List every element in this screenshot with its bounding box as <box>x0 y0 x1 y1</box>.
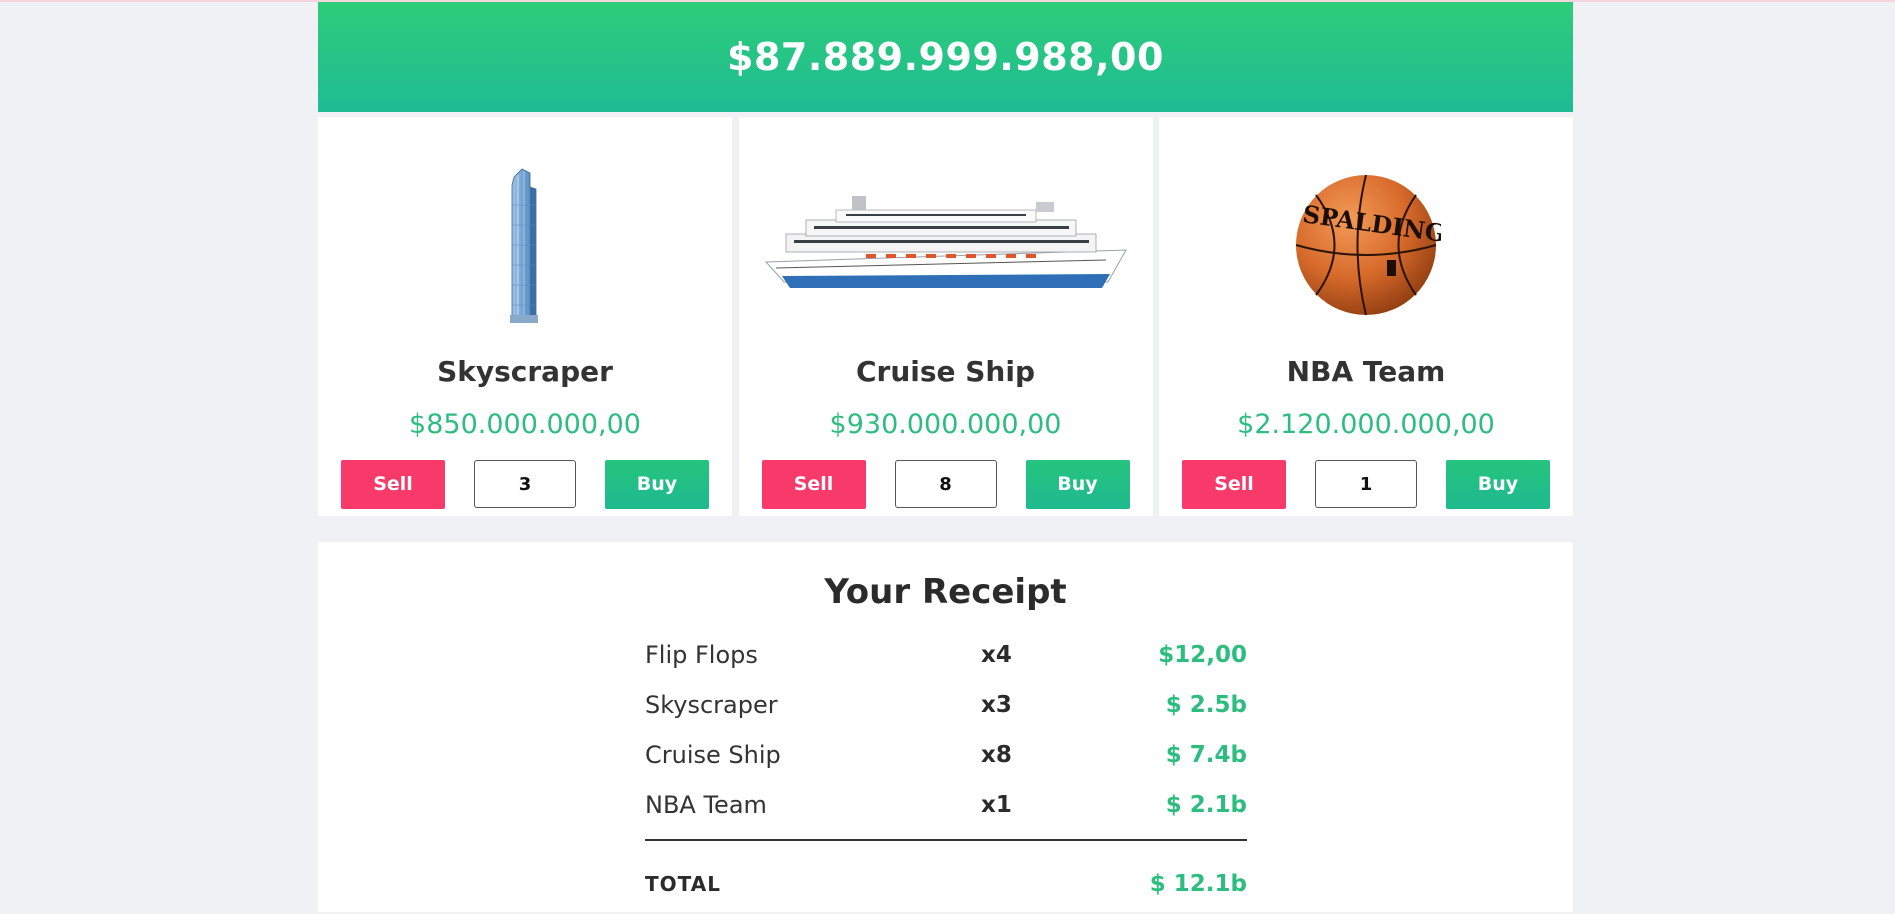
product-controls: Sell Buy <box>1182 459 1550 509</box>
product-list: Skyscraper $850.000.000,00 Sell Buy <box>318 117 1573 516</box>
receipt-item-amount: $12,00 <box>1158 642 1247 668</box>
product-card-cruise-ship: Cruise Ship $930.000.000,00 Sell Buy <box>738 117 1153 516</box>
receipt-row: Flip Flops x4 $12,00 <box>645 630 1247 680</box>
receipt-item-qty: x4 <box>981 642 1012 668</box>
sell-button[interactable]: Sell <box>341 459 445 509</box>
receipt-item-qty: x8 <box>981 742 1012 768</box>
skyscraper-image <box>318 157 732 332</box>
cruise-ship-image <box>739 157 1153 332</box>
product-price: $2.120.000.000,00 <box>1237 409 1495 440</box>
receipt-row: NBA Team x1 $ 2.1b <box>645 780 1247 830</box>
sell-button[interactable]: Sell <box>761 459 866 509</box>
product-name: Cruise Ship <box>855 355 1036 388</box>
product-price: $930.000.000,00 <box>829 409 1062 440</box>
receipt-item-name: Flip Flops <box>645 641 758 669</box>
receipt-panel: Your Receipt Flip Flops x4 $12,00 Skyscr… <box>318 542 1573 912</box>
receipt-item-qty: x3 <box>981 692 1012 718</box>
quantity-input[interactable] <box>1315 460 1417 508</box>
receipt-title: Your Receipt <box>824 572 1067 612</box>
buy-button[interactable]: Buy <box>605 459 709 509</box>
receipt-item-amount: $ 7.4b <box>1165 742 1247 768</box>
buy-button[interactable]: Buy <box>1025 459 1130 509</box>
basketball-image: SPALDING <box>1159 157 1573 332</box>
receipt-item-name: Cruise Ship <box>645 741 781 769</box>
sell-button[interactable]: Sell <box>1182 459 1286 509</box>
balance-amount: $87.889.999.988,00 <box>727 35 1164 79</box>
receipt-table: Flip Flops x4 $12,00 Skyscraper x3 $ 2.5… <box>645 630 1247 909</box>
receipt-item-name: NBA Team <box>645 791 767 819</box>
receipt-item-name: Skyscraper <box>645 691 778 719</box>
quantity-input[interactable] <box>894 460 997 508</box>
product-name: NBA Team <box>1286 355 1446 388</box>
receipt-total-label: TOTAL <box>645 872 721 896</box>
receipt-total-amount: $ 12.1b <box>1149 871 1247 897</box>
app-container: $87.889.999.988,00 Skyscraper $850.000.0… <box>318 2 1573 912</box>
product-card-nba-team: SPALDING NBA Team $2.120.000.000,00 Sell… <box>1159 117 1573 516</box>
product-card-skyscraper: Skyscraper $850.000.000,00 Sell Buy <box>318 117 732 516</box>
receipt-row: Cruise Ship x8 $ 7.4b <box>645 730 1247 780</box>
receipt-item-qty: x1 <box>981 792 1012 818</box>
product-price: $850.000.000,00 <box>409 409 641 440</box>
product-name: Skyscraper <box>437 355 613 388</box>
product-controls: Sell Buy <box>761 459 1130 509</box>
buy-button[interactable]: Buy <box>1446 459 1550 509</box>
balance-header: $87.889.999.988,00 <box>318 2 1573 112</box>
receipt-item-amount: $ 2.1b <box>1165 792 1247 818</box>
receipt-total-row: TOTAL $ 12.1b <box>645 859 1247 909</box>
receipt-item-amount: $ 2.5b <box>1165 692 1247 718</box>
receipt-row: Skyscraper x3 $ 2.5b <box>645 680 1247 730</box>
receipt-divider <box>645 839 1247 841</box>
product-controls: Sell Buy <box>341 459 709 509</box>
quantity-input[interactable] <box>474 460 576 508</box>
